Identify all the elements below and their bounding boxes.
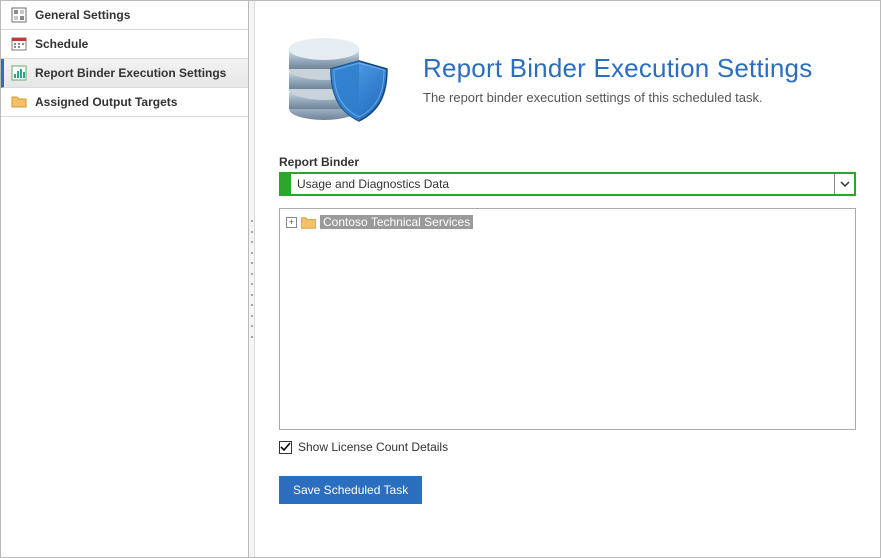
report-binder-label: Report Binder bbox=[279, 155, 856, 169]
main-panel: Report Binder Execution Settings The rep… bbox=[255, 1, 880, 557]
dropdown-selected-value: Usage and Diagnostics Data bbox=[291, 174, 834, 194]
expand-icon[interactable]: + bbox=[286, 217, 297, 228]
tree-view[interactable]: + Contoso Technical Services bbox=[279, 208, 856, 430]
folder-icon bbox=[301, 216, 316, 229]
report-chart-icon bbox=[11, 65, 27, 81]
sidebar: General Settings Schedule Report Binder … bbox=[1, 1, 249, 557]
license-count-checkbox-label: Show License Count Details bbox=[298, 440, 448, 454]
splitter-grip-icon bbox=[250, 219, 254, 339]
database-shield-icon bbox=[279, 19, 399, 139]
settings-panel-icon bbox=[11, 7, 27, 23]
dropdown-accent bbox=[281, 174, 291, 194]
header: Report Binder Execution Settings The rep… bbox=[279, 19, 856, 139]
sidebar-item-general-settings[interactable]: General Settings bbox=[1, 1, 248, 30]
tree-node-root[interactable]: + Contoso Technical Services bbox=[286, 215, 849, 229]
tree-node-label: Contoso Technical Services bbox=[320, 215, 473, 229]
page-title: Report Binder Execution Settings bbox=[423, 53, 812, 84]
header-text: Report Binder Execution Settings The rep… bbox=[423, 53, 812, 105]
report-binder-dropdown[interactable]: Usage and Diagnostics Data bbox=[279, 172, 856, 196]
app-window: General Settings Schedule Report Binder … bbox=[0, 0, 881, 558]
calendar-icon bbox=[11, 36, 27, 52]
license-count-checkbox[interactable] bbox=[279, 441, 292, 454]
save-scheduled-task-button[interactable]: Save Scheduled Task bbox=[279, 476, 422, 504]
page-subtitle: The report binder execution settings of … bbox=[423, 90, 812, 105]
folder-icon bbox=[11, 94, 27, 110]
sidebar-item-schedule[interactable]: Schedule bbox=[1, 30, 248, 59]
license-count-checkbox-row: Show License Count Details bbox=[279, 440, 856, 454]
sidebar-item-label: Report Binder Execution Settings bbox=[35, 66, 226, 80]
chevron-down-icon[interactable] bbox=[834, 174, 854, 194]
sidebar-item-label: Schedule bbox=[35, 37, 88, 51]
sidebar-item-report-binder-execution-settings[interactable]: Report Binder Execution Settings bbox=[1, 59, 248, 88]
sidebar-item-label: General Settings bbox=[35, 8, 130, 22]
sidebar-item-label: Assigned Output Targets bbox=[35, 95, 177, 109]
sidebar-item-assigned-output-targets[interactable]: Assigned Output Targets bbox=[1, 88, 248, 117]
